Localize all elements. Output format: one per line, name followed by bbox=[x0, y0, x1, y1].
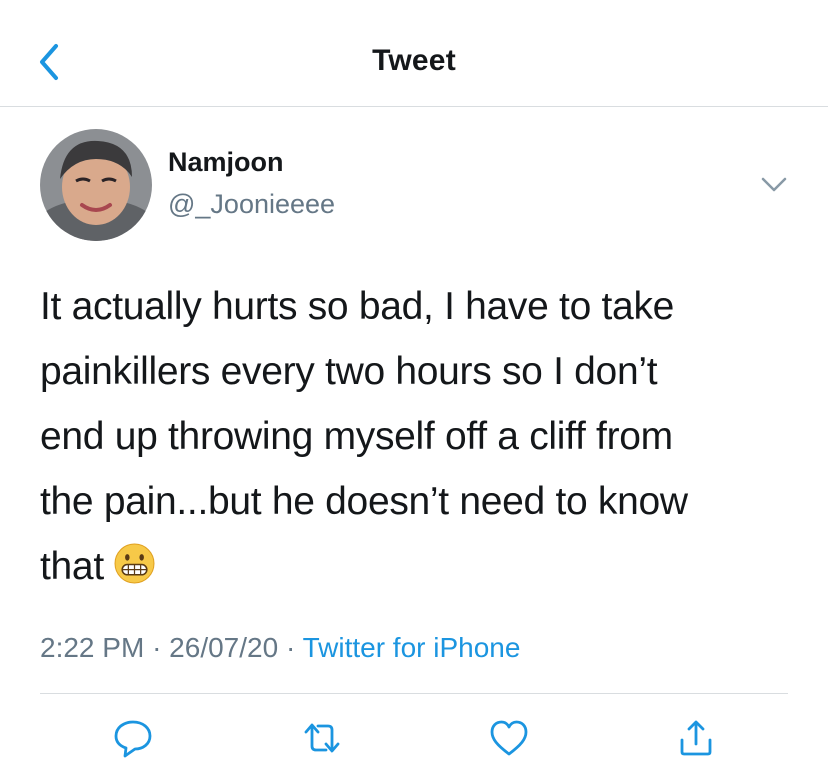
top-bar: Tweet bbox=[0, 0, 828, 107]
tweet-text-line: end up throwing myself off a cliff from bbox=[40, 415, 673, 458]
tweet-source-link[interactable]: Twitter for iPhone bbox=[303, 632, 521, 663]
reply-icon[interactable] bbox=[111, 716, 155, 760]
chevron-down-icon[interactable] bbox=[756, 170, 792, 200]
tweet-text-line: It actually hurts so bad, I have to take bbox=[40, 285, 675, 328]
share-icon[interactable] bbox=[674, 716, 718, 760]
tweet-time: 2:22 PM bbox=[40, 632, 145, 663]
author-handle: @_Joonieeee bbox=[168, 189, 336, 219]
tweet-text-word: that bbox=[40, 545, 104, 588]
retweet-icon[interactable] bbox=[300, 716, 344, 760]
grimacing-face-icon bbox=[114, 543, 155, 584]
tweet-date: 26/07/20 bbox=[169, 632, 279, 663]
tweet-text-line: painkillers every two hours so I don’t bbox=[40, 350, 658, 393]
tweet-text-line-last: that bbox=[40, 534, 800, 599]
author-name[interactable]: Namjoon bbox=[168, 147, 284, 178]
tweet-meta: 2:22 PM · 26/07/20 · Twitter for iPhone bbox=[40, 632, 520, 664]
avatar[interactable] bbox=[40, 129, 152, 241]
divider bbox=[40, 693, 788, 694]
page-title: Tweet bbox=[372, 44, 456, 77]
meta-separator: · bbox=[152, 632, 162, 663]
tweet-text-line: the pain...but he doesn’t need to know bbox=[40, 480, 688, 523]
like-icon[interactable] bbox=[487, 716, 531, 760]
meta-separator: · bbox=[285, 632, 296, 663]
tweet-text: It actually hurts so bad, I have to take… bbox=[40, 274, 800, 599]
